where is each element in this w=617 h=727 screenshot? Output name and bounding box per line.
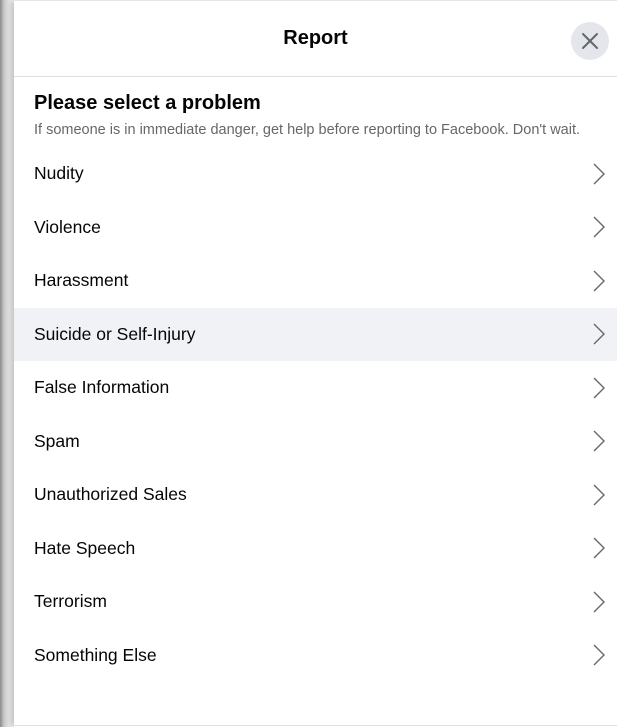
option-false-information[interactable]: False Information bbox=[14, 361, 617, 415]
option-label: Terrorism bbox=[34, 591, 107, 612]
close-button[interactable] bbox=[571, 22, 609, 60]
option-harassment[interactable]: Harassment bbox=[14, 254, 617, 308]
chevron-right-icon bbox=[593, 644, 605, 666]
intro-section: Please select a problem If someone is in… bbox=[14, 77, 617, 140]
intro-subtext: If someone is in immediate danger, get h… bbox=[34, 122, 581, 138]
chevron-right-icon bbox=[593, 216, 605, 238]
chevron-right-icon bbox=[593, 591, 605, 613]
option-violence[interactable]: Violence bbox=[14, 201, 617, 255]
option-label: Harassment bbox=[34, 270, 129, 291]
option-label: Suicide or Self-Injury bbox=[34, 323, 196, 344]
chevron-right-icon bbox=[593, 163, 605, 185]
option-label: Nudity bbox=[34, 163, 84, 184]
option-unauthorized-sales[interactable]: Unauthorized Sales bbox=[14, 468, 617, 522]
option-suicide-self-injury[interactable]: Suicide or Self-Injury bbox=[14, 307, 617, 361]
option-hate-speech[interactable]: Hate Speech bbox=[14, 522, 617, 576]
chevron-right-icon bbox=[593, 430, 605, 452]
chevron-right-icon bbox=[593, 484, 605, 506]
option-nudity[interactable]: Nudity bbox=[14, 147, 617, 201]
option-label: Something Else bbox=[34, 644, 157, 665]
chevron-right-icon bbox=[593, 270, 605, 292]
window-shadow-edge bbox=[0, 0, 14, 727]
dialog-header: Report bbox=[14, 1, 617, 77]
option-label: False Information bbox=[34, 377, 170, 398]
chevron-right-icon bbox=[593, 323, 605, 345]
intro-heading: Please select a problem bbox=[34, 92, 261, 114]
chevron-right-icon bbox=[593, 537, 605, 559]
option-label: Unauthorized Sales bbox=[34, 484, 187, 505]
report-dialog: Report Please select a problem If someon… bbox=[14, 0, 617, 727]
close-x-icon bbox=[582, 33, 598, 49]
problem-options-list: Nudity Violence Harassment Suicide or Se… bbox=[14, 147, 617, 682]
option-label: Hate Speech bbox=[34, 537, 136, 558]
option-terrorism[interactable]: Terrorism bbox=[14, 575, 617, 629]
option-spam[interactable]: Spam bbox=[14, 415, 617, 469]
option-label: Spam bbox=[34, 430, 80, 451]
option-label: Violence bbox=[34, 216, 101, 237]
option-something-else[interactable]: Something Else bbox=[14, 629, 617, 683]
dialog-title: Report bbox=[283, 27, 348, 49]
bottom-divider bbox=[14, 725, 617, 726]
chevron-right-icon bbox=[593, 377, 605, 399]
